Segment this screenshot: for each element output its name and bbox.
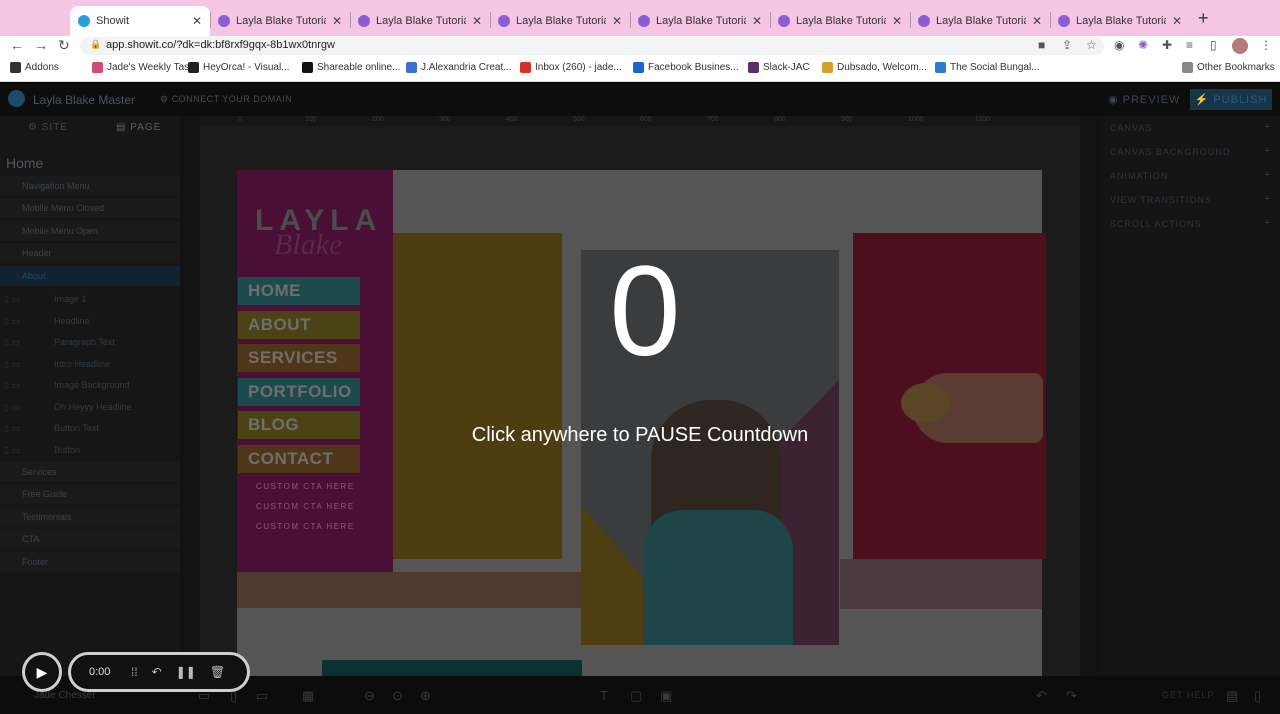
bookmark-label: Facebook Busines... (648, 62, 739, 73)
bookmark-favicon-icon (188, 62, 199, 73)
media-icon[interactable]: ≡ (1186, 38, 1193, 52)
tab-separator (910, 12, 911, 28)
bookmark-item[interactable]: J.Alexandria Creat... (406, 62, 512, 73)
bookmark-label: HeyOrca! - Visual... (203, 62, 290, 73)
tab-close-icon[interactable]: ✕ (1172, 14, 1182, 28)
lock-icon: 🔒 (90, 39, 102, 49)
camera-icon[interactable]: ■ (1038, 38, 1045, 52)
bookmark-label: Slack-JAC (763, 62, 810, 73)
tab-title: Layla Blake Tutorials | (936, 15, 1026, 27)
bookmark-favicon-icon (92, 62, 103, 73)
tab-favicon-icon (638, 15, 650, 27)
bookmark-item[interactable]: Facebook Busines... (633, 62, 739, 73)
bookmark-favicon-icon (633, 62, 644, 73)
new-tab-button[interactable]: + (1198, 8, 1209, 29)
extension-icon[interactable]: ✺ (1138, 38, 1148, 52)
tab-title: Layla Blake Tutorials | (376, 15, 466, 27)
bookmark-label: Addons (25, 62, 59, 73)
browser-tab[interactable]: Layla Blake Tutorials | ✕ (350, 6, 490, 36)
video-camera-icon: ▶ (36, 663, 48, 680)
bookmark-item[interactable]: Addons (10, 62, 59, 73)
bookmark-label: Shareable online... (317, 62, 401, 73)
bookmark-label: Inbox (260) - jade... (535, 62, 622, 73)
tab-favicon-icon (358, 15, 370, 27)
tab-title: Layla Blake Tutorials | (796, 15, 886, 27)
share-icon[interactable]: ⇪ (1062, 38, 1072, 52)
bookmark-favicon-icon (520, 62, 531, 73)
tab-separator (350, 12, 351, 28)
tab-favicon-icon (778, 15, 790, 27)
bookmark-item[interactable]: Shareable online... (302, 62, 400, 73)
grid-dots-icon[interactable]: ⁞⁞ (131, 665, 138, 679)
star-icon[interactable]: ☆ (1086, 38, 1097, 52)
bookmark-favicon-icon (10, 62, 21, 73)
bookmark-label: J.Alexandria Creat... (421, 62, 512, 73)
tab-title: Layla Blake Tutorials | (656, 15, 746, 27)
tab-separator (210, 12, 211, 28)
sidepanel-icon[interactable]: ▯ (1210, 38, 1217, 52)
bookmark-item[interactable]: Slack-JAC (748, 62, 810, 73)
recorder-timer: 0:00 (89, 666, 111, 678)
tab-favicon-icon (498, 15, 510, 27)
tab-close-icon[interactable]: ✕ (332, 14, 342, 28)
folder-icon (1182, 62, 1193, 73)
browser-tab[interactable]: Layla Blake Tutorials | ✕ (1050, 6, 1190, 36)
bookmark-favicon-icon (935, 62, 946, 73)
forward-icon[interactable]: → (34, 37, 48, 53)
trash-icon[interactable]: 🗑 (210, 665, 225, 679)
bookmark-item[interactable]: HeyOrca! - Visual... (188, 62, 290, 73)
recorder-controls: 0:00 ⁞⁞ ↶ ❚❚ 🗑 (68, 652, 250, 692)
countdown-number: 0 (609, 240, 681, 383)
screenshot-icon[interactable]: ◉ (1114, 38, 1124, 52)
tab-separator (770, 12, 771, 28)
countdown-overlay[interactable] (0, 83, 1280, 714)
tab-separator (1050, 12, 1051, 28)
bookmark-favicon-icon (406, 62, 417, 73)
tab-close-icon[interactable]: ✕ (1032, 14, 1042, 28)
bookmark-item[interactable]: Inbox (260) - jade... (520, 62, 622, 73)
pause-countdown-message[interactable]: Click anywhere to PAUSE Countdown (440, 424, 840, 447)
puzzle-icon[interactable]: ✚ (1162, 38, 1172, 52)
restart-icon[interactable]: ↶ (152, 665, 162, 679)
recorder-camera-button[interactable]: ▶ (22, 652, 62, 692)
tab-close-icon[interactable]: ✕ (892, 14, 902, 28)
tab-title: Layla Blake Tutorials | (1076, 15, 1166, 27)
browser-tab[interactable]: Layla Blake Tutorials | ✕ (630, 6, 770, 36)
browser-tab[interactable]: Layla Blake Tutorials | ✕ (770, 6, 910, 36)
tab-separator (490, 12, 491, 28)
tab-favicon-icon (78, 15, 90, 27)
tab-favicon-icon (218, 15, 230, 27)
tab-close-icon[interactable]: ✕ (612, 14, 622, 28)
url-text[interactable]: app.showit.co/?dk=dk:bf8rxf9gqx-8b1wx0tn… (106, 39, 335, 51)
browser-tab[interactable]: Layla Blake Tutorials | ✕ (210, 6, 350, 36)
bookmark-label: Dubsado, Welcom... (837, 62, 927, 73)
menu-dots-icon[interactable]: ⋮ (1260, 38, 1272, 52)
bookmark-item[interactable]: The Social Bungal... (935, 62, 1040, 73)
tab-close-icon[interactable]: ✕ (192, 14, 202, 28)
pause-icon[interactable]: ❚❚ (176, 665, 196, 679)
tab-title: Layla Blake Tutorials | (236, 15, 326, 27)
bookmark-item[interactable]: Dubsado, Welcom... (822, 62, 927, 73)
bookmark-favicon-icon (302, 62, 313, 73)
browser-tab[interactable]: Layla Blake Tutorials | ✕ (490, 6, 630, 36)
tab-favicon-icon (1058, 15, 1070, 27)
bookmark-item[interactable]: Jade's Weekly Tas... (92, 62, 197, 73)
bookmark-label: Jade's Weekly Tas... (107, 62, 198, 73)
bookmark-label: The Social Bungal... (950, 62, 1040, 73)
tab-favicon-icon (918, 15, 930, 27)
browser-tab[interactable]: Layla Blake Tutorials | ✕ (910, 6, 1050, 36)
tab-separator (630, 12, 631, 28)
other-bookmarks[interactable]: Other Bookmarks (1182, 62, 1275, 73)
tab-title: Showit (96, 15, 130, 27)
tab-close-icon[interactable]: ✕ (472, 14, 482, 28)
bookmark-favicon-icon (748, 62, 759, 73)
tab-title: Layla Blake Tutorials | (516, 15, 606, 27)
back-icon[interactable]: ← (10, 37, 24, 53)
browser-tab[interactable]: Showit ✕ (70, 6, 210, 36)
bookmark-favicon-icon (822, 62, 833, 73)
profile-avatar[interactable] (1232, 38, 1248, 54)
tab-close-icon[interactable]: ✕ (752, 14, 762, 28)
reload-icon[interactable]: ↻ (58, 37, 70, 54)
